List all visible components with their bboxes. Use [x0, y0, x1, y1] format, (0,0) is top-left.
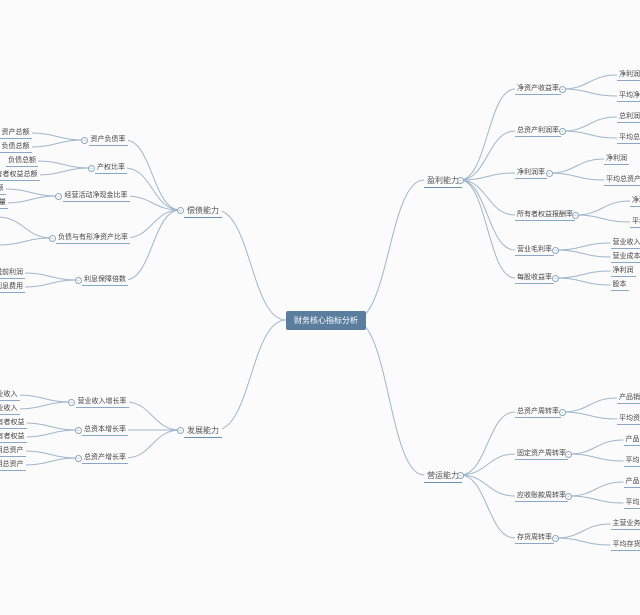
node-净利润率-toggle[interactable]: − — [546, 170, 553, 177]
node-本期总资产[interactable]: 本期总资产 — [0, 446, 26, 457]
node-平均总资产[interactable]: 平均总资产 — [604, 175, 640, 186]
node-经营活动净现金比率-toggle[interactable]: − — [55, 193, 62, 200]
node-所有者权益总额[interactable]: 所有者权益总额 — [0, 170, 40, 181]
node-平均总资产[interactable]: 平均总资产 — [617, 133, 640, 144]
branch-profit-toggle[interactable]: − — [457, 177, 464, 184]
branch-solvency-toggle[interactable]: − — [177, 207, 184, 214]
node-经营活动净现金比率[interactable]: 经营活动净现金比率 — [63, 191, 130, 202]
node-负债与有形净资产比率[interactable]: 负债与有形净资产比率 — [56, 233, 130, 244]
node-营业成本[interactable]: 营业成本 — [611, 252, 640, 263]
node-股本[interactable]: 股本 — [611, 280, 629, 291]
node-经营活动净现金流量[interactable]: 经营活动净现金流量 — [0, 198, 8, 209]
node-资产负债率-toggle[interactable]: − — [81, 137, 88, 144]
node-所有者权益报酬率[interactable]: 所有者权益报酬率 — [515, 210, 575, 221]
node-存货周转率[interactable]: 存货周转率 — [515, 533, 554, 544]
node-产权比率-toggle[interactable]: − — [88, 165, 95, 172]
node-上期营业收入[interactable]: 上期营业收入 — [0, 404, 20, 415]
node-应收账款周转率[interactable]: 应收账款周转率 — [515, 491, 568, 502]
node-净资产收益率-toggle[interactable]: − — [559, 86, 566, 93]
node-总资产周转率[interactable]: 总资产周转率 — [515, 407, 561, 418]
node-产品销售收入[interactable]: 产品销售收入 — [624, 477, 640, 488]
node-净利润[interactable]: 净利润 — [630, 196, 640, 207]
branch-solvency[interactable]: 偿债能力 — [184, 205, 222, 218]
node-负债总额[interactable]: 负债总额 — [0, 184, 6, 195]
node-利息费用[interactable]: 利息费用 — [0, 282, 25, 293]
node-净利润[interactable]: 净利润 — [617, 70, 640, 81]
node-上期所有者权益[interactable]: 上期所有者权益 — [0, 432, 27, 443]
node-营业收入[interactable]: 营业收入 — [611, 238, 640, 249]
node-负债与有形净资产比率-toggle[interactable]: − — [49, 235, 56, 242]
node-总资产利润率-toggle[interactable]: − — [559, 128, 566, 135]
node-总资本增长率-toggle[interactable]: − — [75, 427, 82, 434]
node-总资本增长率[interactable]: 总资本增长率 — [82, 425, 128, 436]
node-总利润[interactable]: 总利润 — [617, 112, 640, 123]
node-利息保障倍数[interactable]: 利息保障倍数 — [82, 275, 128, 286]
node-利息保障倍数-toggle[interactable]: − — [75, 277, 82, 284]
node-产权比率[interactable]: 产权比率 — [95, 163, 127, 174]
node-平均所有者权益[interactable]: 平均所有者权益 — [630, 217, 640, 228]
node-平均净资产[interactable]: 平均净资产 — [617, 91, 640, 102]
node-净资产收益率[interactable]: 净资产收益率 — [515, 84, 561, 95]
node-固定资产周转率-toggle[interactable]: − — [565, 451, 572, 458]
node-营业毛利率[interactable]: 营业毛利率 — [515, 245, 554, 256]
node-营业收入增长率-toggle[interactable]: − — [68, 399, 75, 406]
branch-growth-toggle[interactable]: − — [177, 427, 184, 434]
node-负债总额[interactable]: 负债总额 — [6, 156, 38, 167]
node-净利润[interactable]: 净利润 — [604, 154, 629, 165]
node-总资产增长率[interactable]: 总资产增长率 — [82, 453, 128, 464]
node-净利润[interactable]: 净利润 — [611, 266, 636, 277]
node-平均存货成本[interactable]: 平均存货成本 — [611, 540, 640, 551]
node-总资产增长率-toggle[interactable]: − — [75, 455, 82, 462]
branch-operate-toggle[interactable]: − — [457, 472, 464, 479]
node-营业收入增长率[interactable]: 营业收入增长率 — [76, 397, 129, 408]
node-平均固定资产总额[interactable]: 平均固定资产总额 — [624, 456, 640, 467]
node-上期总资产[interactable]: 上期总资产 — [0, 460, 26, 471]
node-本期营业收入[interactable]: 本期营业收入 — [0, 390, 20, 401]
node-本期所有者权益[interactable]: 本期所有者权益 — [0, 418, 27, 429]
node-每股收益率-toggle[interactable]: − — [552, 275, 559, 282]
node-负债总额[interactable]: 负债总额 — [0, 142, 32, 153]
node-每股收益率[interactable]: 每股收益率 — [515, 273, 554, 284]
node-固定资产周转率[interactable]: 固定资产周转率 — [515, 449, 568, 460]
node-主营业务成本[interactable]: 主营业务成本 — [611, 519, 640, 530]
root-node[interactable]: 财务核心指标分析 — [286, 311, 366, 330]
mindmap-canvas[interactable]: 财务核心指标分析偿债能力−资产负债率−资产总额负债总额产权比率−负债总额所有者权… — [0, 0, 640, 615]
node-产品销售收入[interactable]: 产品销售收入 — [624, 435, 640, 446]
node-资产总额[interactable]: 资产总额 — [0, 128, 32, 139]
node-应收账款周转率-toggle[interactable]: − — [565, 493, 572, 500]
node-存货周转率-toggle[interactable]: − — [552, 535, 559, 542]
node-税前利润[interactable]: 税前利润 — [0, 268, 25, 279]
branch-growth[interactable]: 发展能力 — [184, 425, 222, 438]
node-平均应收账款总额[interactable]: 平均应收账款总额 — [624, 498, 640, 509]
node-平均资产总额[interactable]: 平均资产总额 — [617, 414, 640, 425]
node-营业毛利率-toggle[interactable]: − — [552, 247, 559, 254]
node-资产负债率[interactable]: 资产负债率 — [89, 135, 128, 146]
node-产品销售收入[interactable]: 产品销售收入 — [617, 393, 640, 404]
node-所有者权益报酬率-toggle[interactable]: − — [572, 212, 579, 219]
node-净利润率[interactable]: 净利润率 — [515, 168, 547, 179]
node-总资产利润率[interactable]: 总资产利润率 — [515, 126, 561, 137]
node-总资产周转率-toggle[interactable]: − — [559, 409, 566, 416]
